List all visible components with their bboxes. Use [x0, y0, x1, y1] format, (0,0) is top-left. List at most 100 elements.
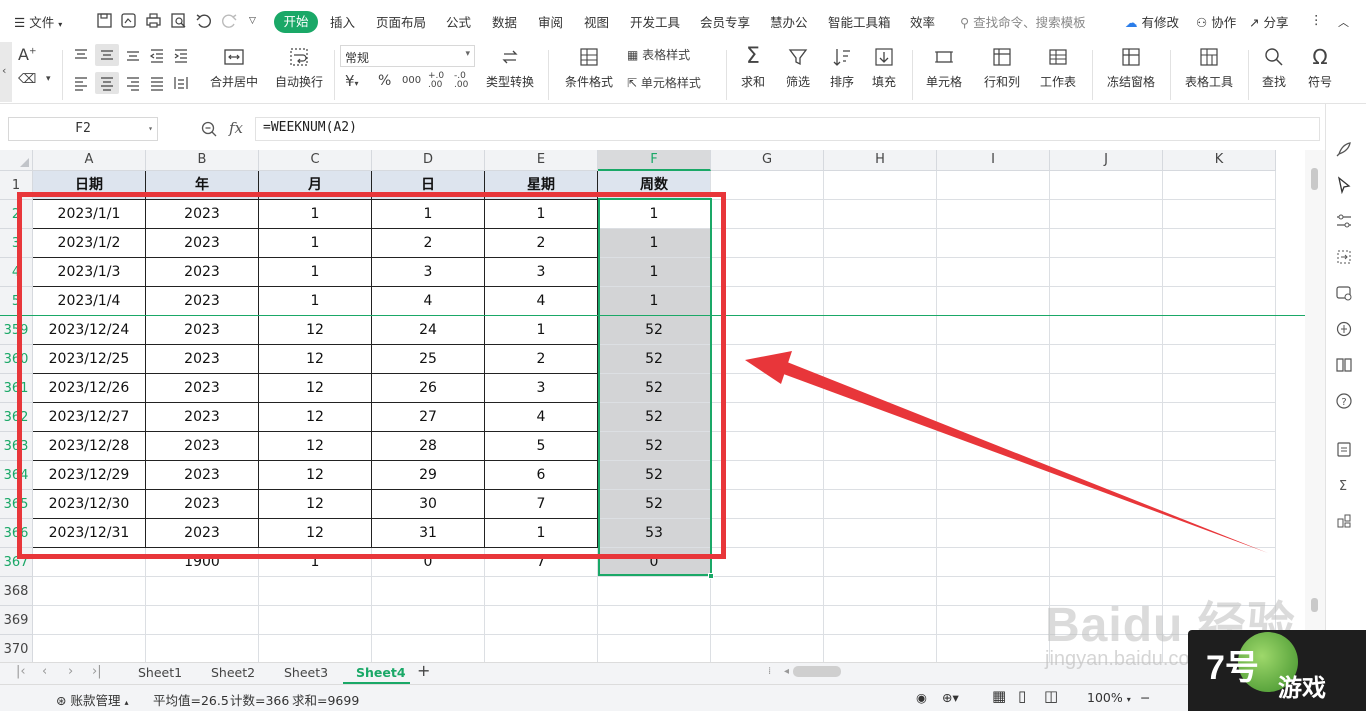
vertical-scrollbar[interactable] — [1305, 150, 1325, 662]
tab-page-layout[interactable]: 页面布局 — [376, 12, 426, 31]
align-right-icon[interactable] — [124, 74, 142, 92]
save-icon[interactable] — [96, 12, 113, 29]
cell[interactable] — [711, 461, 824, 490]
tab-home[interactable]: 开始 — [274, 11, 318, 33]
cell[interactable] — [485, 577, 598, 606]
increase-decimal-button[interactable]: +.0 .00 — [428, 72, 448, 90]
column-header-k[interactable]: K — [1163, 150, 1276, 171]
vertical-scroll-thumb[interactable] — [1311, 168, 1318, 190]
cell[interactable] — [824, 258, 937, 287]
cell[interactable] — [824, 432, 937, 461]
column-header-g[interactable]: G — [711, 150, 824, 171]
cell[interactable] — [372, 606, 485, 635]
cell[interactable] — [711, 548, 824, 577]
book-icon[interactable] — [1335, 356, 1353, 374]
file-menu[interactable]: ☰ 文件 ▾ — [14, 12, 62, 31]
cell[interactable] — [33, 635, 146, 662]
decrease-decimal-button[interactable]: -.0 .00 — [454, 72, 474, 90]
cell[interactable] — [1163, 200, 1276, 229]
align-center-icon[interactable] — [95, 72, 119, 94]
cell[interactable] — [1050, 374, 1163, 403]
cell[interactable] — [1050, 432, 1163, 461]
cell[interactable] — [711, 374, 824, 403]
merge-center-button[interactable]: 合并居中 — [204, 46, 264, 90]
transform-icon[interactable] — [1335, 248, 1353, 266]
cell[interactable] — [711, 316, 824, 345]
modify-button[interactable]: ☁ 有修改 — [1125, 12, 1179, 31]
account-management-button[interactable]: ⊛ 账款管理 ▴ — [56, 690, 128, 709]
page-break-view-icon[interactable]: ◫ — [1044, 687, 1058, 705]
cell[interactable] — [1163, 345, 1276, 374]
cell[interactable] — [824, 577, 937, 606]
cell[interactable] — [711, 490, 824, 519]
collapse-ribbon-icon[interactable]: ︿ — [1338, 14, 1349, 30]
tab-data[interactable]: 数据 — [492, 12, 517, 31]
row-col-button[interactable]: 行和列 — [978, 46, 1026, 90]
filter-button[interactable]: 筛选 — [780, 46, 816, 90]
row-header[interactable]: 370 — [0, 635, 33, 662]
cell[interactable] — [598, 577, 711, 606]
zoom-out-icon[interactable]: − — [1140, 690, 1150, 705]
column-header-i[interactable]: I — [937, 150, 1050, 171]
plugin-icon[interactable] — [1335, 512, 1353, 530]
cell[interactable] — [824, 200, 937, 229]
cell-style-button[interactable]: ⇱ 单元格样式 — [627, 74, 701, 91]
indent-decrease-icon[interactable] — [148, 46, 166, 64]
cell[interactable] — [1163, 171, 1276, 200]
cell[interactable] — [824, 287, 937, 316]
type-convert-button[interactable]: 类型转换 — [481, 46, 539, 90]
cell[interactable] — [485, 606, 598, 635]
cell[interactable] — [372, 635, 485, 662]
table-style-button[interactable]: ▦ 表格样式 — [627, 46, 690, 63]
cell[interactable] — [1050, 200, 1163, 229]
cell[interactable] — [1163, 461, 1276, 490]
cell[interactable] — [1163, 258, 1276, 287]
collaborate-button[interactable]: ⚇ 协作 — [1196, 12, 1236, 31]
align-middle-icon[interactable] — [95, 44, 119, 66]
find-button[interactable]: 查找 — [1256, 46, 1292, 90]
row-header[interactable]: 369 — [0, 606, 33, 635]
tab-member[interactable]: 会员专享 — [700, 12, 750, 31]
horizontal-scroll-thumb[interactable] — [793, 666, 841, 677]
distributed-icon[interactable] — [172, 74, 190, 92]
share-button[interactable]: ↗ 分享 — [1249, 12, 1288, 31]
column-header-d[interactable]: D — [372, 150, 485, 171]
align-top-icon[interactable] — [72, 46, 90, 64]
tab-insert[interactable]: 插入 — [330, 12, 355, 31]
last-sheet-icon[interactable]: ›| — [92, 664, 102, 679]
cell[interactable] — [1163, 316, 1276, 345]
page-view-icon[interactable]: ▯ — [1018, 687, 1026, 705]
cell[interactable] — [598, 606, 711, 635]
more-icon[interactable]: ⋮ — [1310, 12, 1323, 27]
sum-button[interactable]: Σ 求和 — [735, 46, 771, 90]
command-search[interactable]: ⚲ 查找命令、搜索模板 — [960, 12, 1086, 31]
cell[interactable] — [937, 200, 1050, 229]
redo-icon[interactable] — [221, 12, 238, 29]
undo-icon[interactable] — [195, 12, 212, 29]
cell[interactable] — [824, 635, 937, 662]
column-header-b[interactable]: B — [146, 150, 259, 171]
cell[interactable] — [937, 577, 1050, 606]
cell[interactable] — [937, 461, 1050, 490]
cell[interactable] — [937, 287, 1050, 316]
cell-button[interactable]: 单元格 — [920, 46, 968, 90]
cell[interactable] — [711, 606, 824, 635]
column-header-e[interactable]: E — [485, 150, 598, 171]
cell[interactable] — [711, 432, 824, 461]
table-tools-button[interactable]: 表格工具 — [1178, 46, 1240, 90]
cell[interactable] — [1163, 519, 1276, 548]
sheet-tab-2[interactable]: Sheet2 — [211, 665, 255, 680]
tab-developer[interactable]: 开发工具 — [630, 12, 680, 31]
justify-icon[interactable] — [148, 74, 166, 92]
select-all-corner[interactable] — [0, 150, 33, 171]
cell[interactable] — [146, 606, 259, 635]
print-preview-icon[interactable] — [170, 12, 187, 29]
sliders-icon[interactable] — [1335, 212, 1353, 230]
cell[interactable] — [824, 519, 937, 548]
tab-formulas[interactable]: 公式 — [446, 12, 471, 31]
cell[interactable] — [1163, 287, 1276, 316]
cell[interactable] — [1050, 461, 1163, 490]
cell[interactable] — [711, 577, 824, 606]
column-header-a[interactable]: A — [33, 150, 146, 171]
add-sheet-button[interactable]: + — [417, 661, 430, 680]
